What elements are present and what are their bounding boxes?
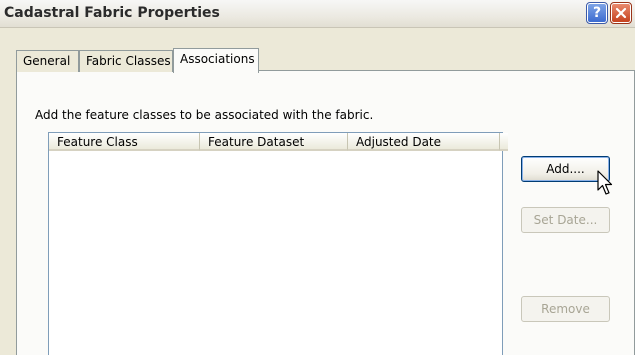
tab-associations[interactable]: Associations	[173, 48, 259, 73]
help-icon: ?	[592, 5, 602, 21]
column-label: Adjusted Date	[356, 135, 442, 149]
list-header: Feature Class Feature Dataset Adjusted D…	[49, 133, 508, 151]
column-label: Feature Dataset	[208, 135, 305, 149]
title-bar[interactable]: Cadastral Fabric Properties ?	[0, 0, 635, 28]
help-button[interactable]: ?	[586, 2, 608, 24]
button-label: Set Date...	[533, 213, 598, 227]
cadastral-fabric-properties-dialog: Cadastral Fabric Properties ? General Fa…	[0, 0, 635, 355]
column-header-adjusted-date[interactable]: Adjusted Date	[348, 133, 500, 151]
column-header-feature-dataset[interactable]: Feature Dataset	[200, 133, 348, 151]
tab-label: Associations	[180, 52, 255, 66]
tab-general[interactable]: General	[16, 50, 79, 72]
close-button[interactable]	[610, 2, 632, 24]
column-header-feature-class[interactable]: Feature Class	[49, 133, 200, 151]
dialog-title: Cadastral Fabric Properties	[4, 5, 220, 21]
button-label: Add....	[546, 162, 585, 176]
close-icon	[615, 7, 627, 19]
add-button[interactable]: Add....	[521, 156, 610, 182]
column-label: Feature Class	[57, 135, 138, 149]
instructions-label: Add the feature classes to be associated…	[35, 108, 374, 122]
tab-label: General	[23, 54, 71, 68]
column-header-filler	[500, 133, 508, 151]
tab-fabric-classes[interactable]: Fabric Classes	[79, 50, 173, 72]
button-label: Remove	[541, 302, 590, 316]
tab-label: Fabric Classes	[86, 54, 171, 68]
feature-class-list[interactable]: Feature Class Feature Dataset Adjusted D…	[48, 132, 508, 355]
remove-button: Remove	[521, 296, 610, 322]
set-date-button: Set Date...	[521, 207, 610, 233]
